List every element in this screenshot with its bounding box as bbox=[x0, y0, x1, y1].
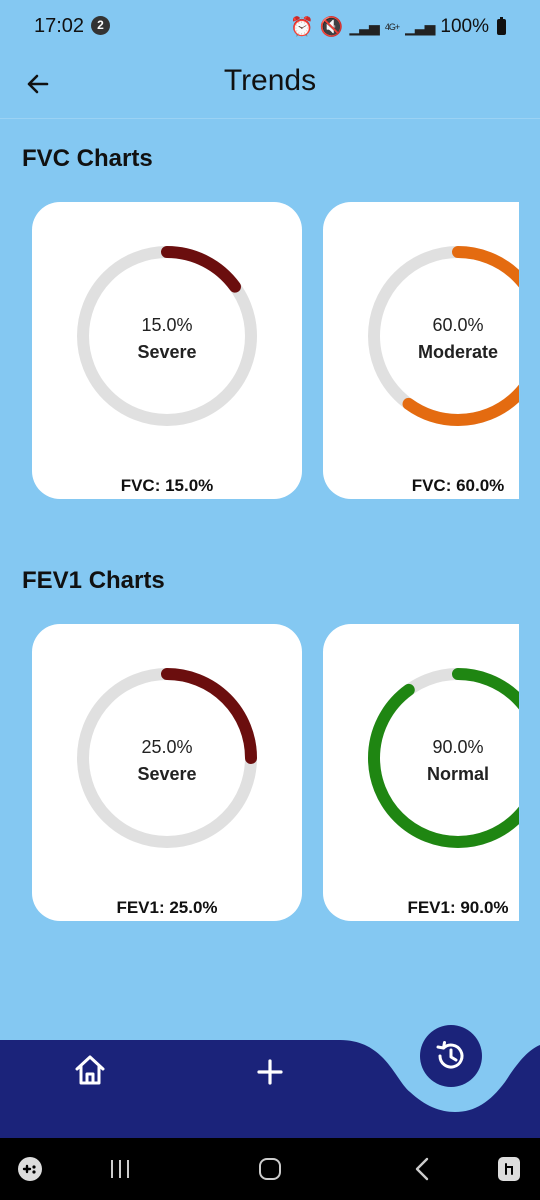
severity-label: Severe bbox=[137, 342, 197, 362]
touch-assist-icon bbox=[498, 1157, 520, 1181]
home-icon bbox=[75, 1055, 105, 1085]
status-time: 17:02 bbox=[34, 15, 85, 37]
home-system-button[interactable] bbox=[252, 1152, 288, 1186]
severity-label: Moderate bbox=[417, 342, 498, 362]
severity-label: Severe bbox=[137, 764, 197, 784]
signal-icon-2: ▁▃▅ bbox=[405, 18, 435, 35]
chart-card-fvc-1[interactable]: 15.0% Severe FVC: 15.0% bbox=[32, 202, 302, 499]
signal-icon: ▁▃▅ bbox=[349, 18, 380, 35]
system-nav-bar bbox=[0, 1138, 540, 1200]
bottom-nav bbox=[0, 1025, 540, 1138]
recent-apps-button[interactable] bbox=[102, 1152, 138, 1186]
game-launcher-button[interactable] bbox=[12, 1152, 48, 1186]
progress-ring bbox=[368, 246, 519, 426]
app-bar: Trends bbox=[0, 52, 540, 119]
percent-value: 90.0% bbox=[432, 737, 484, 757]
back-system-button[interactable] bbox=[405, 1152, 441, 1186]
accessibility-button[interactable] bbox=[492, 1152, 528, 1186]
progress-ring bbox=[368, 668, 519, 848]
card-footer: FVC: 60.0% bbox=[411, 476, 505, 495]
card-footer: FEV1: 25.0% bbox=[116, 898, 218, 917]
battery-percent: 100% bbox=[440, 16, 489, 37]
history-icon bbox=[436, 1041, 464, 1069]
nav-history-button[interactable] bbox=[420, 1025, 482, 1087]
plus-icon bbox=[257, 1059, 283, 1085]
chart-card-fev1-1[interactable]: 25.0% Severe FEV1: 25.0% bbox=[32, 624, 302, 921]
battery-icon bbox=[497, 17, 506, 35]
network-type-label: 4G+ bbox=[384, 22, 400, 32]
gamepad-icon bbox=[18, 1157, 42, 1181]
mute-icon: 🔇 bbox=[319, 17, 344, 38]
status-bar: 17:02 2 ⏰ 🔇 ▁▃▅ 4G+ ▁▃▅ 100% bbox=[0, 0, 540, 52]
section-title-fev1: FEV1 Charts bbox=[22, 567, 165, 594]
home-circle-icon bbox=[259, 1158, 281, 1180]
recent-apps-icon bbox=[111, 1160, 129, 1178]
nav-home-button[interactable] bbox=[70, 1050, 110, 1090]
notification-badge: 2 bbox=[91, 16, 110, 35]
alarm-icon: ⏰ bbox=[290, 17, 314, 38]
chart-card-fvc-2[interactable]: 60.0% Moderate FVC: 60.0% bbox=[323, 202, 519, 499]
card-footer: FVC: 15.0% bbox=[120, 476, 214, 495]
progress-ring bbox=[77, 668, 257, 848]
section-title-fvc: FVC Charts bbox=[22, 145, 153, 172]
card-footer: FEV1: 90.0% bbox=[407, 898, 509, 917]
progress-arc bbox=[368, 668, 519, 848]
percent-value: 60.0% bbox=[432, 315, 484, 335]
nav-add-button[interactable] bbox=[250, 1052, 290, 1092]
chevron-left-icon bbox=[415, 1157, 429, 1181]
percent-value: 25.0% bbox=[141, 737, 193, 757]
chart-card-fev1-2[interactable]: 90.0% Normal FEV1: 90.0% bbox=[323, 624, 519, 921]
severity-label: Normal bbox=[426, 764, 489, 784]
progress-ring bbox=[77, 246, 257, 426]
percent-value: 15.0% bbox=[141, 315, 193, 335]
page-title: Trends bbox=[223, 64, 317, 97]
